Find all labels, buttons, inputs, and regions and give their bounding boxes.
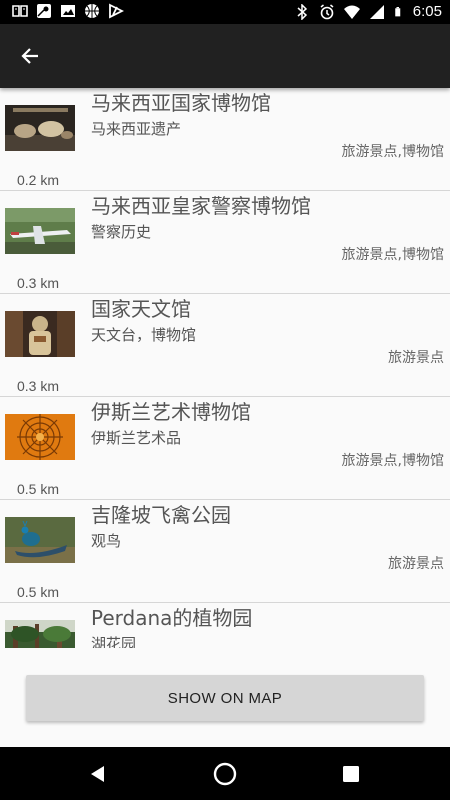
ebook-icon [12,5,28,17]
bluetooth-icon [297,4,307,20]
basketball-icon [85,4,99,18]
place-item[interactable]: Perdana的植物园 湖花园 [0,603,450,648]
signal-icon [369,5,384,19]
place-title: 吉隆坡飞禽公园 [91,503,231,527]
place-subtitle: 伊斯兰艺术品 [91,429,182,447]
places-list[interactable]: 马来西亚国家博物馆 马来西亚遗产 旅游景点,博物馆 0.2 km 马来西亚皇家警… [0,88,450,648]
place-category: 旅游景点 [388,350,444,366]
nav-back-button[interactable] [81,757,115,791]
place-item[interactable]: 伊斯兰艺术博物馆 伊斯兰艺术品 旅游景点,博物馆 0.5 km [0,397,450,500]
place-distance: 0.3 km [17,378,60,394]
place-subtitle: 马来西亚遗产 [91,120,182,138]
maps-icon [37,4,51,18]
place-distance: 0.2 km [17,172,60,188]
place-category: 旅游景点,博物馆 [341,453,444,469]
place-thumbnail [5,105,75,151]
app-bar [0,24,450,88]
arrow-back-icon [21,48,38,64]
place-title: 伊斯兰艺术博物馆 [91,400,251,424]
place-title: 马来西亚国家博物馆 [91,91,271,115]
no-signal-icon [109,3,124,19]
place-subtitle: 警察历史 [91,223,152,241]
place-thumbnail [5,208,75,254]
nav-recents-icon [343,766,359,782]
place-item[interactable]: 马来西亚皇家警察博物馆 警察历史 旅游景点,博物馆 0.3 km [0,191,450,294]
place-item[interactable]: 马来西亚国家博物馆 马来西亚遗产 旅游景点,博物馆 0.2 km [0,88,450,191]
place-category: 旅游景点,博物馆 [341,144,444,160]
status-bar: 6:05 [0,0,450,24]
wifi-icon [343,5,360,19]
image-icon [61,5,75,17]
place-category: 旅游景点,博物馆 [341,247,444,263]
alarm-icon [320,4,334,20]
place-title: Perdana的植物园 [91,606,253,630]
place-distance: 0.3 km [17,275,60,291]
battery-icon [395,7,401,17]
status-time: 6:05 [412,3,442,20]
place-distance: 0.5 km [17,584,60,600]
place-item[interactable]: 吉隆坡飞禽公园 观鸟 旅游景点 0.5 km [0,500,450,603]
place-title: 国家天文馆 [91,297,191,321]
nav-home-button[interactable] [208,757,242,791]
place-item[interactable]: 国家天文馆 天文台，博物馆 旅游景点 0.3 km [0,294,450,397]
nav-home-icon [213,762,237,786]
system-nav-bar [0,747,450,800]
place-title: 马来西亚皇家警察博物馆 [91,194,311,218]
place-thumbnail [5,414,75,460]
place-thumbnail [5,311,75,357]
place-subtitle: 湖花园 [91,635,137,648]
show-on-map-button[interactable]: SHOW ON MAP [26,675,424,721]
place-thumbnail [5,517,75,563]
place-subtitle: 天文台，博物馆 [91,326,197,344]
nav-back-icon [91,766,104,782]
place-category: 旅游景点 [388,556,444,572]
nav-recents-button[interactable] [334,757,368,791]
place-distance: 0.5 km [17,481,60,497]
place-subtitle: 观鸟 [91,532,122,550]
back-button[interactable] [10,36,50,76]
bottom-action-area: SHOW ON MAP [0,648,450,747]
place-thumbnail [5,620,75,648]
